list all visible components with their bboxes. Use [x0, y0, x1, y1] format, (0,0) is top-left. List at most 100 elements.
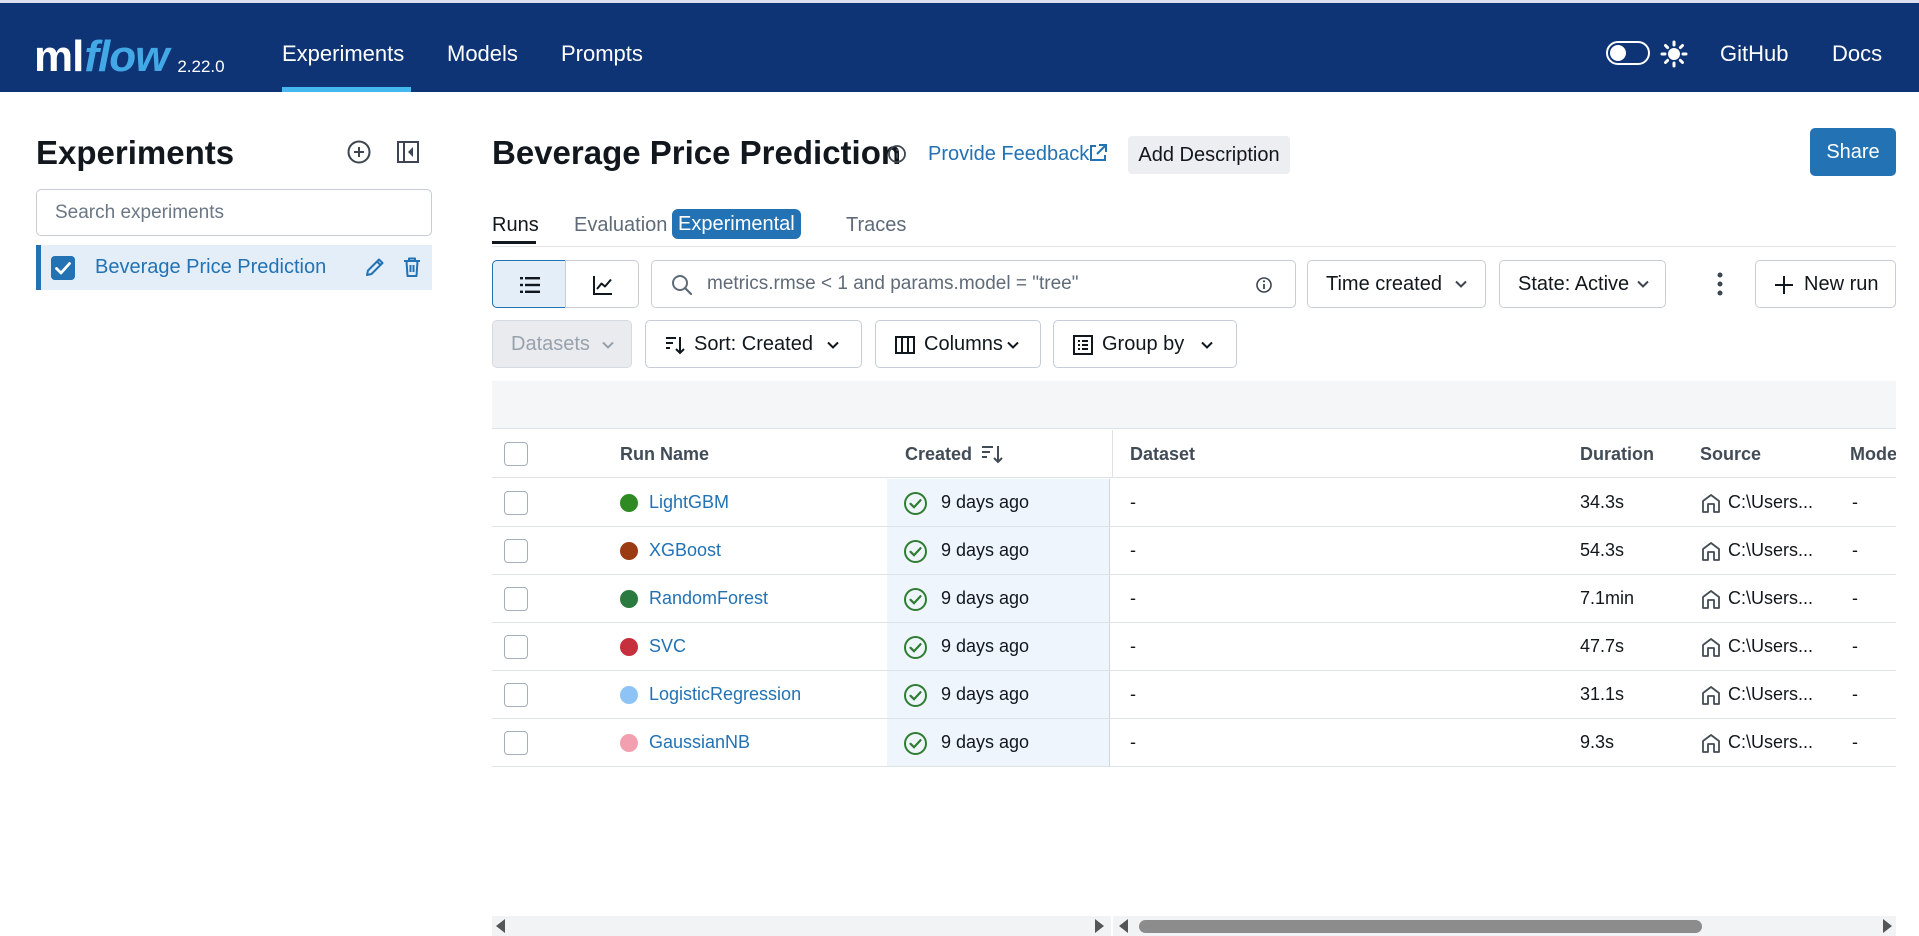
models-value: -: [1852, 684, 1858, 704]
source-value[interactable]: C:\Users...: [1728, 540, 1813, 561]
datasets-label: Datasets: [511, 333, 590, 355]
experiment-checkbox[interactable]: [51, 256, 75, 280]
created-value: 9 days ago: [941, 636, 1030, 656]
state-dropdown[interactable]: State: Active: [1499, 260, 1666, 308]
tab-runs[interactable]: Runs: [492, 214, 539, 237]
time-created-dropdown[interactable]: Time created: [1307, 260, 1486, 308]
source-value[interactable]: C:\Users...: [1728, 588, 1813, 609]
run-name-link[interactable]: LightGBM: [649, 492, 729, 513]
nav-experiments[interactable]: Experiments: [282, 41, 404, 67]
version-label: 2.22.0: [177, 57, 225, 76]
sidebar-item-experiment[interactable]: Beverage Price Prediction: [36, 245, 432, 290]
columns-dropdown[interactable]: Columns: [875, 320, 1041, 368]
group-by-dropdown[interactable]: Group by: [1053, 320, 1237, 368]
add-description-button[interactable]: Add Description: [1128, 136, 1290, 174]
provide-feedback-link[interactable]: Provide Feedback: [928, 143, 1089, 166]
experimental-badge: Experimental: [672, 209, 801, 239]
nav-models[interactable]: Models: [447, 41, 518, 67]
tab-evaluation[interactable]: Evaluation: [574, 214, 667, 237]
column-divider[interactable]: [1112, 430, 1113, 478]
run-color-dot[interactable]: [620, 590, 638, 608]
sort-descending-icon[interactable]: [980, 443, 1004, 465]
models-value: -: [1852, 540, 1858, 560]
run-color-dot[interactable]: [620, 638, 638, 656]
active-tab-underline: [492, 241, 536, 244]
search-runs-box[interactable]: [651, 260, 1296, 308]
chevron-down-icon: [1455, 280, 1467, 288]
tabs-divider: [492, 246, 1896, 247]
search-experiments-input[interactable]: [36, 189, 432, 236]
models-value: -: [1852, 492, 1858, 512]
search-runs-input[interactable]: [707, 273, 1227, 295]
git-source-icon: [1702, 542, 1720, 561]
datasets-dropdown[interactable]: Datasets: [492, 320, 632, 368]
dataset-value: -: [1130, 540, 1136, 560]
row-checkbox[interactable]: [504, 539, 528, 563]
source-value[interactable]: C:\Users...: [1728, 684, 1813, 705]
pinned-columns-scrollbar[interactable]: [492, 916, 1111, 936]
row-checkbox[interactable]: [504, 683, 528, 707]
source-value[interactable]: C:\Users...: [1728, 732, 1813, 753]
scroll-right-arrow[interactable]: [1883, 919, 1892, 933]
header-models[interactable]: Models: [1850, 444, 1896, 465]
trash-icon[interactable]: [400, 255, 424, 279]
scrollbar-thumb[interactable]: [1139, 920, 1702, 933]
row-checkbox[interactable]: [504, 491, 528, 515]
table-row: LogisticRegression 9 days ago - 31.1s C:…: [492, 671, 1896, 719]
created-value: 9 days ago: [941, 588, 1030, 608]
header-created[interactable]: Created: [905, 444, 972, 465]
chart-view-button[interactable]: [565, 260, 639, 308]
git-source-icon: [1702, 638, 1720, 657]
top-navigation-bar: ml flow 2.22.0 Experiments Models Prompt…: [0, 0, 1919, 92]
dataset-value: -: [1130, 732, 1136, 752]
docs-link[interactable]: Docs: [1832, 41, 1882, 67]
run-name-link[interactable]: GaussianNB: [649, 732, 750, 753]
run-name-link[interactable]: SVC: [649, 636, 686, 657]
info-icon[interactable]: [1255, 276, 1273, 294]
external-link-icon[interactable]: [1087, 142, 1109, 164]
experiment-label[interactable]: Beverage Price Prediction: [95, 256, 326, 279]
run-color-dot[interactable]: [620, 734, 638, 752]
source-value[interactable]: C:\Users...: [1728, 492, 1813, 513]
share-button[interactable]: Share: [1810, 128, 1896, 176]
run-color-dot[interactable]: [620, 686, 638, 704]
scroll-left-arrow[interactable]: [1119, 919, 1128, 933]
pencil-icon[interactable]: [363, 255, 387, 279]
mlflow-logo[interactable]: ml flow 2.22.0: [34, 15, 225, 79]
header-source[interactable]: Source: [1700, 444, 1761, 465]
scroll-left-arrow[interactable]: [496, 919, 505, 933]
group-icon: [1073, 335, 1093, 355]
run-name-link[interactable]: RandomForest: [649, 588, 768, 609]
row-checkbox[interactable]: [504, 731, 528, 755]
nav-prompts[interactable]: Prompts: [561, 41, 643, 67]
git-source-icon: [1702, 734, 1720, 753]
created-value: 9 days ago: [941, 540, 1030, 560]
run-name-link[interactable]: XGBoost: [649, 540, 721, 561]
header-dataset[interactable]: Dataset: [1130, 444, 1195, 465]
sun-icon[interactable]: [1660, 40, 1688, 68]
header-duration[interactable]: Duration: [1580, 444, 1654, 465]
status-finished-icon: [904, 732, 927, 755]
add-circle-icon[interactable]: [345, 138, 373, 166]
scroll-right-arrow[interactable]: [1095, 919, 1104, 933]
more-options-icon[interactable]: [1710, 270, 1730, 298]
collapse-sidebar-icon[interactable]: [394, 138, 422, 166]
row-checkbox[interactable]: [504, 587, 528, 611]
github-link[interactable]: GitHub: [1720, 41, 1788, 67]
run-name-link[interactable]: LogisticRegression: [649, 684, 801, 705]
new-run-button[interactable]: New run: [1755, 260, 1896, 308]
git-source-icon: [1702, 590, 1720, 609]
row-checkbox[interactable]: [504, 635, 528, 659]
select-all-checkbox[interactable]: [504, 442, 528, 466]
tab-traces[interactable]: Traces: [846, 214, 906, 237]
info-icon[interactable]: [887, 144, 907, 164]
source-value[interactable]: C:\Users...: [1728, 636, 1813, 657]
run-color-dot[interactable]: [620, 542, 638, 560]
sort-dropdown[interactable]: Sort: Created: [645, 320, 862, 368]
header-run-name[interactable]: Run Name: [620, 444, 709, 465]
theme-toggle[interactable]: [1606, 41, 1650, 65]
run-color-dot[interactable]: [620, 494, 638, 512]
duration-value: 47.7s: [1580, 636, 1625, 656]
table-view-button[interactable]: [492, 260, 566, 308]
created-value: 9 days ago: [941, 684, 1030, 704]
